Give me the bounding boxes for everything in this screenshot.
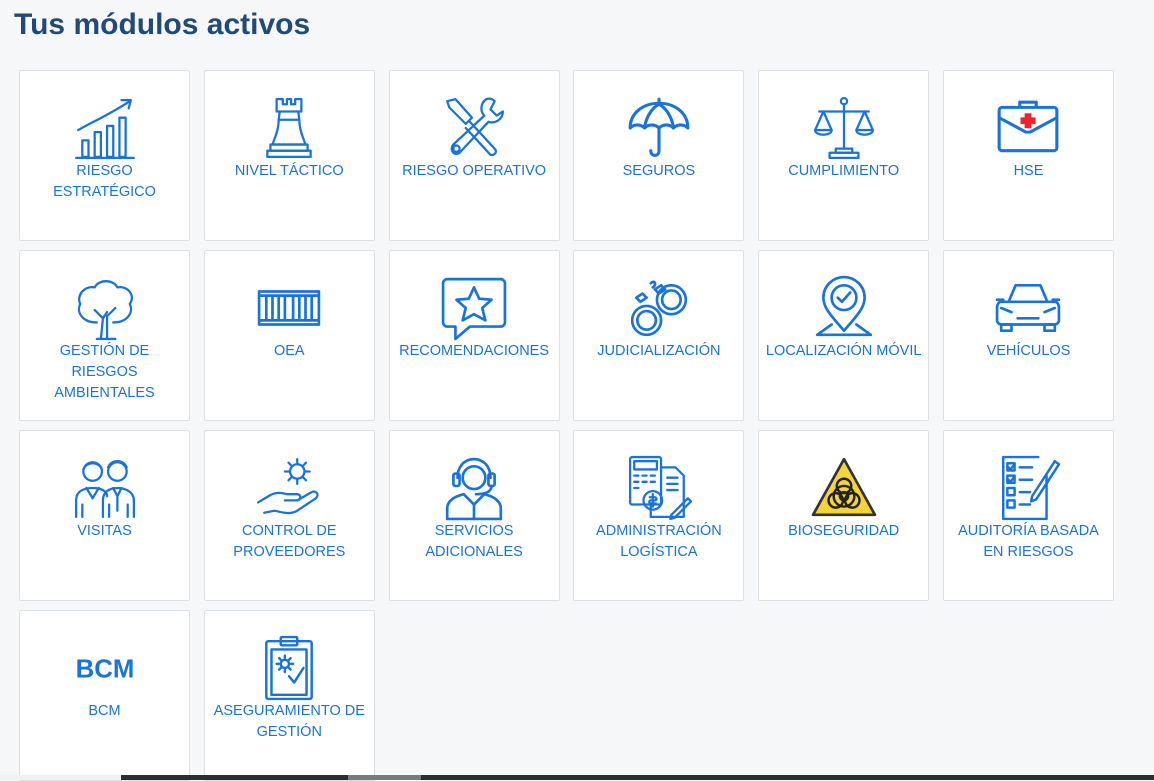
calculator-invoice-icon bbox=[626, 455, 692, 521]
checklist-icon bbox=[995, 455, 1061, 521]
module-label: HSE bbox=[1013, 163, 1044, 179]
module-judicializacion[interactable]: JUDICIALIZACIÓN bbox=[573, 250, 745, 421]
horizontal-scrollbar[interactable] bbox=[0, 775, 1154, 780]
module-gestion-riesgos-ambientales[interactable]: GESTIÓN DE RIESGOS AMBIENTALES bbox=[19, 250, 190, 421]
module-nivel-tactico[interactable]: NIVEL TÁCTICO bbox=[203, 70, 375, 241]
modules-grid: RIESGO ESTRATÉGICO NIVEL TÁCTICO RIESGO … bbox=[19, 70, 1114, 781]
container-icon bbox=[256, 275, 322, 341]
module-label: CONTROL DE PROVEEDORES bbox=[233, 523, 346, 560]
tools-icon bbox=[441, 95, 507, 161]
module-control-proveedores[interactable]: CONTROL DE PROVEEDORES bbox=[203, 430, 375, 601]
star-message-icon bbox=[441, 275, 507, 341]
scrollbar-thumb[interactable] bbox=[348, 775, 421, 780]
module-label: OEA bbox=[273, 343, 305, 359]
module-seguros[interactable]: SEGUROS bbox=[573, 70, 745, 241]
module-aseguramiento-gestion[interactable]: ASEGURAMIENTO DE GESTIÓN bbox=[203, 610, 375, 781]
clipboard-gear-icon bbox=[256, 635, 322, 701]
module-localizacion-movil[interactable]: LOCALIZACIÓN MÓVIL bbox=[758, 250, 930, 421]
module-bioseguridad[interactable]: BIOSEGURIDAD bbox=[758, 430, 930, 601]
module-riesgo-operativo[interactable]: RIESGO OPERATIVO bbox=[388, 70, 560, 241]
umbrella-icon bbox=[626, 95, 692, 161]
module-label: CUMPLIMIENTO bbox=[788, 163, 900, 179]
tree-icon bbox=[72, 275, 138, 341]
module-servicios-adicionales[interactable]: SERVICIOS ADICIONALES bbox=[388, 430, 560, 601]
module-label: LOCALIZACIÓN MÓVIL bbox=[765, 343, 922, 359]
module-label: SEGUROS bbox=[622, 163, 696, 179]
module-label: VISITAS bbox=[77, 523, 132, 539]
module-label: RECOMENDACIONES bbox=[399, 343, 550, 359]
module-oea[interactable]: OEA bbox=[203, 250, 375, 421]
module-label: VEHÍCULOS bbox=[986, 343, 1071, 359]
module-auditoria-basada-riesgos[interactable]: AUDITORÍA BASADA EN RIESGOS bbox=[942, 430, 1114, 601]
module-hse[interactable]: HSE bbox=[942, 70, 1114, 241]
module-bcm[interactable]: BCM BCM bbox=[19, 610, 190, 781]
module-label: BIOSEGURIDAD bbox=[788, 523, 900, 539]
module-label: NIVEL TÁCTICO bbox=[234, 163, 344, 179]
first-aid-kit-icon bbox=[995, 95, 1061, 161]
bcm-icon-text: BCM bbox=[75, 655, 134, 683]
handcuffs-icon bbox=[626, 275, 692, 341]
module-label: JUDICIALIZACIÓN bbox=[597, 343, 721, 359]
growth-chart-icon bbox=[72, 95, 138, 161]
scales-icon bbox=[811, 95, 877, 161]
module-label: RIESGO ESTRATÉGICO bbox=[53, 163, 156, 200]
module-label: AUDITORÍA BASADA EN RIESGOS bbox=[958, 523, 1099, 560]
visitors-icon bbox=[72, 455, 138, 521]
bcm-text-icon: BCM bbox=[72, 635, 138, 701]
support-agent-icon bbox=[441, 455, 507, 521]
hand-gear-icon bbox=[256, 455, 322, 521]
location-pin-icon bbox=[811, 275, 877, 341]
module-visitas[interactable]: VISITAS bbox=[19, 430, 190, 601]
chess-rook-icon bbox=[256, 95, 322, 161]
module-label: BCM bbox=[88, 703, 121, 719]
module-riesgo-estrategico[interactable]: RIESGO ESTRATÉGICO bbox=[19, 70, 190, 241]
module-label: ADMINISTRACIÓN LOGÍSTICA bbox=[596, 523, 722, 560]
module-label: ASEGURAMIENTO DE GESTIÓN bbox=[213, 703, 365, 740]
module-label: SERVICIOS ADICIONALES bbox=[425, 523, 523, 560]
module-label: GESTIÓN DE RIESGOS AMBIENTALES bbox=[54, 343, 155, 401]
module-cumplimiento[interactable]: CUMPLIMIENTO bbox=[758, 70, 930, 241]
scrollbar-track[interactable] bbox=[121, 775, 1154, 780]
module-recomendaciones[interactable]: RECOMENDACIONES bbox=[388, 250, 560, 421]
page-title: Tus módulos activos bbox=[14, 8, 311, 41]
module-administracion-logistica[interactable]: ADMINISTRACIÓN LOGÍSTICA bbox=[573, 430, 745, 601]
biohazard-icon bbox=[811, 455, 877, 521]
module-label: RIESGO OPERATIVO bbox=[402, 163, 547, 179]
module-vehiculos[interactable]: VEHÍCULOS bbox=[942, 250, 1114, 421]
car-icon bbox=[995, 275, 1061, 341]
